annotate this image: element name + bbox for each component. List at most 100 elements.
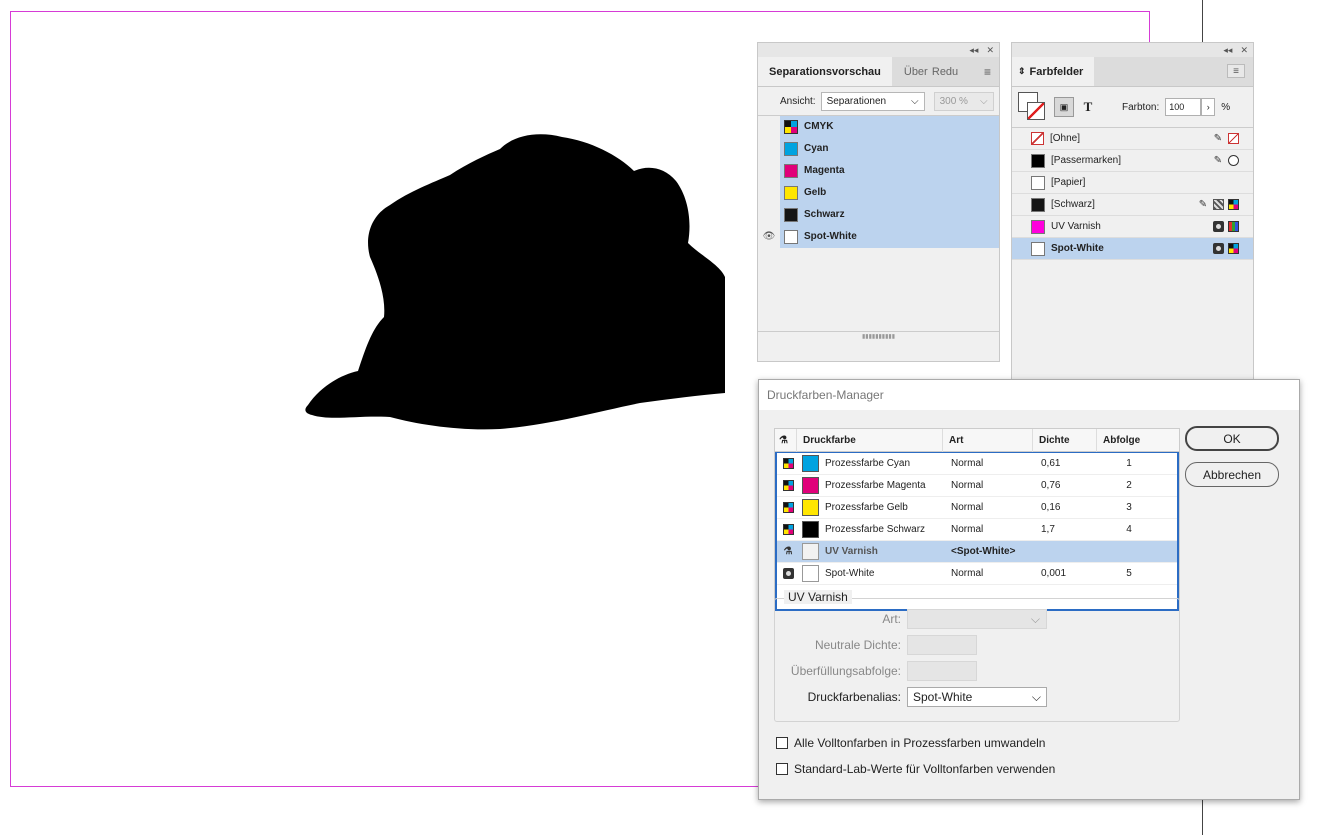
ink-row[interactable]: Prozessfarbe Schwarz Normal 1,7 4	[777, 519, 1177, 541]
ink-type-cell[interactable]	[777, 480, 799, 491]
separation-row[interactable]: Schwarz	[758, 203, 999, 226]
container-format-button[interactable]: ▣	[1054, 97, 1074, 117]
view-select[interactable]: Separationen ⌵	[820, 91, 925, 111]
separation-row[interactable]: Gelb	[758, 181, 999, 204]
separation-name: Gelb	[804, 187, 827, 198]
close-icon[interactable]: ✕	[1240, 45, 1248, 56]
panel-menu-icon[interactable]: ≡	[1227, 64, 1245, 78]
collapse-icon[interactable]: ◂◂	[1223, 45, 1232, 56]
separation-row-body[interactable]: Gelb	[780, 181, 999, 204]
process-ink-icon[interactable]	[782, 480, 794, 491]
swatch-row-icons: ✎	[1212, 155, 1239, 167]
tab-farbfelder-label: Farbfelder	[1029, 65, 1084, 78]
square-icon: ▣	[1059, 101, 1069, 112]
checkbox-box[interactable]	[776, 737, 788, 749]
ink-type: Normal	[951, 568, 984, 579]
swatch-row[interactable]: [Schwarz] ✎	[1012, 194, 1253, 216]
chevron-down-icon: ⌵	[1030, 611, 1040, 626]
ink-type-cell[interactable]	[777, 458, 799, 469]
collapse-icon[interactable]: ◂◂	[969, 45, 978, 56]
alias-select[interactable]: Spot-White ⌵	[907, 687, 1047, 707]
ink-row[interactable]: Prozessfarbe Gelb Normal 0,16 3	[777, 497, 1177, 519]
ink-sequence: 1	[1126, 458, 1132, 469]
separation-row[interactable]: 👁 Spot-White	[758, 225, 999, 248]
ink-type-cell[interactable]	[777, 568, 799, 579]
tint-stepper[interactable]: ›	[1201, 98, 1216, 116]
eye-icon[interactable]	[758, 203, 780, 226]
resize-grip-icon[interactable]: ▮▮▮▮▮▮▮▮▮▮	[758, 331, 999, 341]
tint-input[interactable]: 100	[1165, 98, 1202, 116]
ink-row[interactable]: Spot-White Normal 0,001 5	[777, 563, 1177, 585]
text-format-icon[interactable]: T	[1080, 99, 1096, 115]
convert-spot-checkbox[interactable]: Alle Volltonfarben in Prozessfarben umwa…	[776, 736, 1045, 750]
process-ink-icon[interactable]	[782, 502, 794, 513]
swatch-row-icons	[1213, 221, 1239, 232]
separation-row-body[interactable]: CMYK	[780, 115, 999, 138]
col-druckfarbe[interactable]: Druckfarbe	[797, 428, 943, 452]
spot-ink-icon[interactable]	[782, 568, 794, 579]
tab-farbfelder[interactable]: ⇕ Farbfelder	[1012, 57, 1095, 86]
swatch-name: [Passermarken]	[1051, 155, 1122, 166]
neutral-density-label: Neutrale Dichte:	[814, 638, 901, 652]
fill-stroke-icon[interactable]	[1018, 92, 1048, 122]
separation-row[interactable]: CMYK	[758, 115, 999, 138]
separation-row[interactable]: Cyan	[758, 137, 999, 160]
swatch-row[interactable]: Spot-White	[1012, 238, 1253, 260]
cmyk-icon	[784, 119, 798, 134]
ink-row[interactable]: ⚗ UV Varnish <Spot-White>	[777, 541, 1177, 563]
lab-values-checkbox[interactable]: Standard-Lab-Werte für Volltonfarben ver…	[776, 762, 1055, 776]
separation-name: Spot-White	[804, 231, 857, 242]
separation-row-body[interactable]: Cyan	[780, 137, 999, 160]
neutral-density-input	[907, 635, 977, 655]
col-abfolge[interactable]: Abfolge	[1097, 429, 1179, 452]
ink-row[interactable]: Prozessfarbe Cyan Normal 0,61 1	[777, 453, 1177, 475]
eye-icon[interactable]: 👁	[758, 225, 780, 248]
alias-select-value: Spot-White	[913, 690, 973, 704]
separation-row-body[interactable]: Magenta	[780, 159, 999, 182]
eye-icon[interactable]	[758, 159, 780, 182]
tab-reduzierung[interactable]: Redu	[928, 57, 958, 86]
close-icon[interactable]: ✕	[986, 45, 994, 56]
separation-row[interactable]: Magenta	[758, 159, 999, 182]
panel-titlebar[interactable]: ◂◂ ✕	[1012, 43, 1253, 57]
process-ink-icon[interactable]	[782, 458, 794, 469]
ink-name: Prozessfarbe Magenta	[825, 480, 926, 491]
alias-ink-icon[interactable]: ⚗	[782, 546, 794, 558]
trap-sequence-field: Überfüllungsabfolge:	[767, 661, 977, 681]
trap-sequence-input	[907, 661, 977, 681]
eye-icon[interactable]	[758, 115, 780, 138]
process-icon	[1213, 199, 1224, 210]
ink-type: Normal	[951, 524, 984, 535]
process-ink-icon[interactable]	[782, 524, 794, 535]
col-dichte[interactable]: Dichte	[1033, 428, 1097, 452]
ink-type: Normal	[951, 502, 984, 513]
col-art[interactable]: Art	[943, 428, 1033, 452]
ok-button[interactable]: OK	[1185, 426, 1279, 451]
eye-icon[interactable]	[758, 137, 780, 160]
panel-titlebar[interactable]: ◂◂ ✕	[758, 43, 999, 57]
swatch-row[interactable]: [Passermarken] ✎	[1012, 150, 1253, 172]
ink-type-cell[interactable]	[777, 524, 799, 535]
cancel-button[interactable]: Abbrechen	[1185, 462, 1279, 487]
ink-row[interactable]: Prozessfarbe Magenta Normal 0,76 2	[777, 475, 1177, 497]
swatch-name: [Schwarz]	[1051, 199, 1095, 210]
swatch-row[interactable]: UV Varnish	[1012, 216, 1253, 238]
tab-ueberfuellung[interactable]: Über	[892, 57, 928, 86]
ink-type-cell[interactable]	[777, 502, 799, 513]
checkbox-box[interactable]	[776, 763, 788, 775]
swatch-row[interactable]: [Ohne] ✎	[1012, 128, 1253, 150]
swatch-row[interactable]: [Papier]	[1012, 172, 1253, 194]
ink-name: Spot-White	[825, 568, 875, 579]
separation-row-body[interactable]: Spot-White	[780, 225, 999, 248]
ink-sequence: 3	[1126, 502, 1132, 513]
black-artwork-shape[interactable]	[300, 125, 730, 435]
tab-separationsvorschau[interactable]: Separationsvorschau	[758, 57, 892, 86]
ink-type-cell[interactable]: ⚗	[777, 546, 799, 558]
separation-row-body[interactable]: Schwarz	[780, 203, 999, 226]
cmyk-icon	[1228, 243, 1239, 254]
ink-color-swatch	[802, 521, 819, 538]
eye-icon[interactable]	[758, 181, 780, 204]
stroke-swatch[interactable]	[1027, 102, 1045, 120]
panel-menu-icon[interactable]: ≡	[984, 65, 991, 79]
ink-name-cell: Spot-White	[799, 565, 945, 582]
